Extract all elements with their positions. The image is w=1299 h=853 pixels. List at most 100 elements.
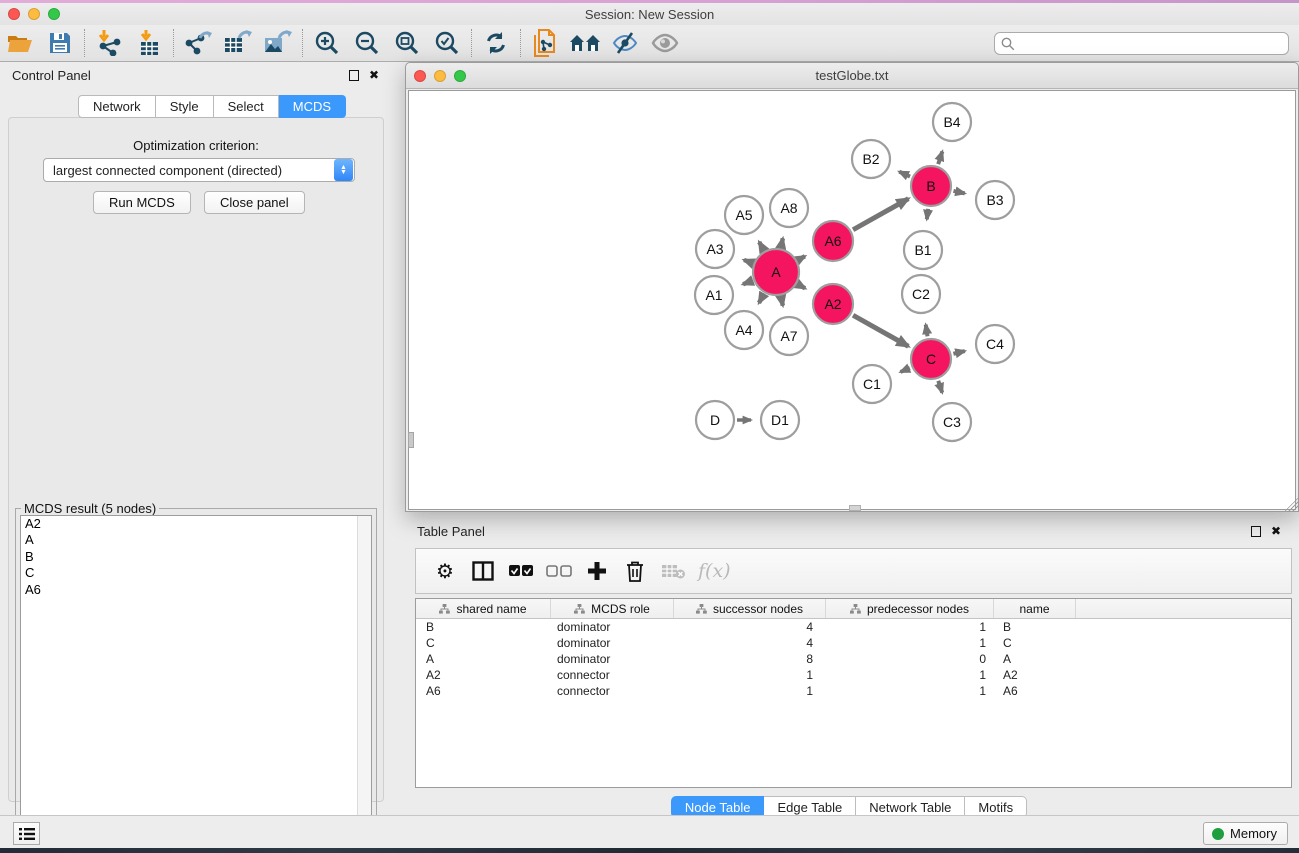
node-B4[interactable]: B4 — [933, 103, 971, 141]
edge-B-B3[interactable] — [953, 191, 964, 193]
delete-table-button[interactable] — [654, 554, 692, 588]
zoom-out-button[interactable] — [347, 27, 387, 59]
edge-A-A1[interactable] — [743, 281, 752, 284]
network-graph[interactable]: AA6A2BCA1A3A4A5A7A8B1B2B3B4C1C2C3C4DD1 — [409, 91, 1297, 511]
cell-successor-nodes[interactable]: 4 — [674, 620, 826, 634]
cell-name[interactable]: A2 — [994, 668, 1076, 682]
edge-B-B2[interactable] — [899, 172, 910, 177]
close-panel-button[interactable]: Close panel — [204, 191, 305, 214]
first-neighbors-button[interactable] — [565, 27, 605, 59]
function-builder-button[interactable]: f(x) — [698, 560, 731, 582]
show-column-panel-button[interactable] — [464, 554, 502, 588]
cell-MCDS-role[interactable]: dominator — [551, 652, 674, 666]
canvas-resize-grip-left[interactable] — [408, 432, 414, 448]
node-C[interactable]: C — [911, 339, 951, 379]
node-A1[interactable]: A1 — [695, 276, 733, 314]
cell-shared-name[interactable]: B — [416, 620, 551, 634]
edge-A-A5[interactable] — [759, 242, 763, 249]
network-window-titlebar[interactable]: testGlobe.txt — [406, 63, 1298, 89]
float-panel-icon[interactable] — [349, 70, 359, 81]
node-A3[interactable]: A3 — [696, 230, 734, 268]
close-panel-icon[interactable]: ✖ — [1271, 525, 1281, 537]
cell-MCDS-role[interactable]: dominator — [551, 636, 674, 650]
node-table[interactable]: shared nameMCDS rolesuccessor nodesprede… — [415, 598, 1292, 788]
column-header-shared-name[interactable]: shared name — [416, 599, 551, 618]
cell-predecessor-nodes[interactable]: 0 — [826, 652, 994, 666]
tab-select[interactable]: Select — [214, 95, 279, 118]
zoom-selected-button[interactable] — [427, 27, 467, 59]
cell-shared-name[interactable]: A — [416, 652, 551, 666]
node-C2[interactable]: C2 — [902, 275, 940, 313]
run-mcds-button[interactable]: Run MCDS — [93, 191, 191, 214]
table-row[interactable]: Cdominator41C — [416, 635, 1291, 651]
cell-MCDS-role[interactable]: dominator — [551, 620, 674, 634]
cell-successor-nodes[interactable]: 1 — [674, 684, 826, 698]
edge-C-C1[interactable] — [901, 368, 910, 372]
node-B3[interactable]: B3 — [976, 181, 1014, 219]
save-session-button[interactable] — [40, 27, 80, 59]
tab-style[interactable]: Style — [156, 95, 214, 118]
show-all-button[interactable] — [645, 27, 685, 59]
node-B1[interactable]: B1 — [904, 231, 942, 269]
node-A6[interactable]: A6 — [813, 221, 853, 261]
edge-A2-C[interactable] — [853, 315, 908, 346]
node-A7[interactable]: A7 — [770, 317, 808, 355]
export-network-button[interactable] — [178, 27, 218, 59]
column-header-successor-nodes[interactable]: successor nodes — [674, 599, 826, 618]
window-resize-grip[interactable] — [1284, 497, 1298, 511]
edge-A-A6[interactable] — [799, 256, 805, 259]
edge-B-B1[interactable] — [927, 209, 928, 219]
edge-C-C2[interactable] — [926, 325, 928, 337]
export-table-button[interactable] — [218, 27, 258, 59]
cell-predecessor-nodes[interactable]: 1 — [826, 620, 994, 634]
edge-A-A4[interactable] — [759, 295, 763, 303]
cell-name[interactable]: C — [994, 636, 1076, 650]
close-panel-icon[interactable]: ✖ — [369, 69, 379, 81]
unselect-all-columns-button[interactable] — [540, 554, 578, 588]
edge-A6-B[interactable] — [853, 199, 908, 230]
scrollbar-track[interactable] — [357, 516, 371, 845]
criterion-select[interactable]: largest connected component (directed) ▲… — [43, 158, 355, 182]
node-C4[interactable]: C4 — [976, 325, 1014, 363]
mcds-result-list[interactable]: A2ABCA6 — [20, 515, 372, 846]
mcds-result-item[interactable]: A — [21, 532, 371, 548]
edge-C-C4[interactable] — [953, 351, 964, 354]
node-D[interactable]: D — [696, 401, 734, 439]
mcds-result-item[interactable]: B — [21, 549, 371, 565]
node-A4[interactable]: A4 — [725, 311, 763, 349]
node-C3[interactable]: C3 — [933, 403, 971, 441]
cell-shared-name[interactable]: A2 — [416, 668, 551, 682]
node-A2[interactable]: A2 — [813, 284, 853, 324]
cell-successor-nodes[interactable]: 1 — [674, 668, 826, 682]
edge-A-A8[interactable] — [781, 238, 783, 246]
edge-A-A7[interactable] — [781, 297, 783, 305]
cell-name[interactable]: A — [994, 652, 1076, 666]
column-header-predecessor-nodes[interactable]: predecessor nodes — [826, 599, 994, 618]
table-row[interactable]: Adominator80A — [416, 651, 1291, 667]
hide-selected-button[interactable] — [605, 27, 645, 59]
task-history-button[interactable] — [13, 822, 40, 845]
mcds-result-item[interactable]: C — [21, 565, 371, 581]
node-C1[interactable]: C1 — [853, 365, 891, 403]
edge-A-A2[interactable] — [799, 285, 805, 289]
node-A8[interactable]: A8 — [770, 189, 808, 227]
table-row[interactable]: A2connector11A2 — [416, 667, 1291, 683]
node-B2[interactable]: B2 — [852, 140, 890, 178]
export-image-button[interactable] — [258, 27, 298, 59]
zoom-fit-button[interactable] — [387, 27, 427, 59]
edge-A-A3[interactable] — [744, 260, 752, 263]
edge-C-C3[interactable] — [938, 381, 942, 393]
cell-predecessor-nodes[interactable]: 1 — [826, 684, 994, 698]
node-D1[interactable]: D1 — [761, 401, 799, 439]
table-row[interactable]: A6connector11A6 — [416, 683, 1291, 699]
network-canvas[interactable]: AA6A2BCA1A3A4A5A7A8B1B2B3B4C1C2C3C4DD1 — [408, 90, 1296, 510]
create-column-button[interactable] — [578, 554, 616, 588]
cell-successor-nodes[interactable]: 4 — [674, 636, 826, 650]
refresh-button[interactable] — [476, 27, 516, 59]
mcds-result-item[interactable]: A2 — [21, 516, 371, 532]
zoom-in-button[interactable] — [307, 27, 347, 59]
open-session-button[interactable] — [0, 27, 40, 59]
tab-mcds[interactable]: MCDS — [279, 95, 346, 118]
select-all-columns-button[interactable] — [502, 554, 540, 588]
import-network-button[interactable] — [89, 27, 129, 59]
